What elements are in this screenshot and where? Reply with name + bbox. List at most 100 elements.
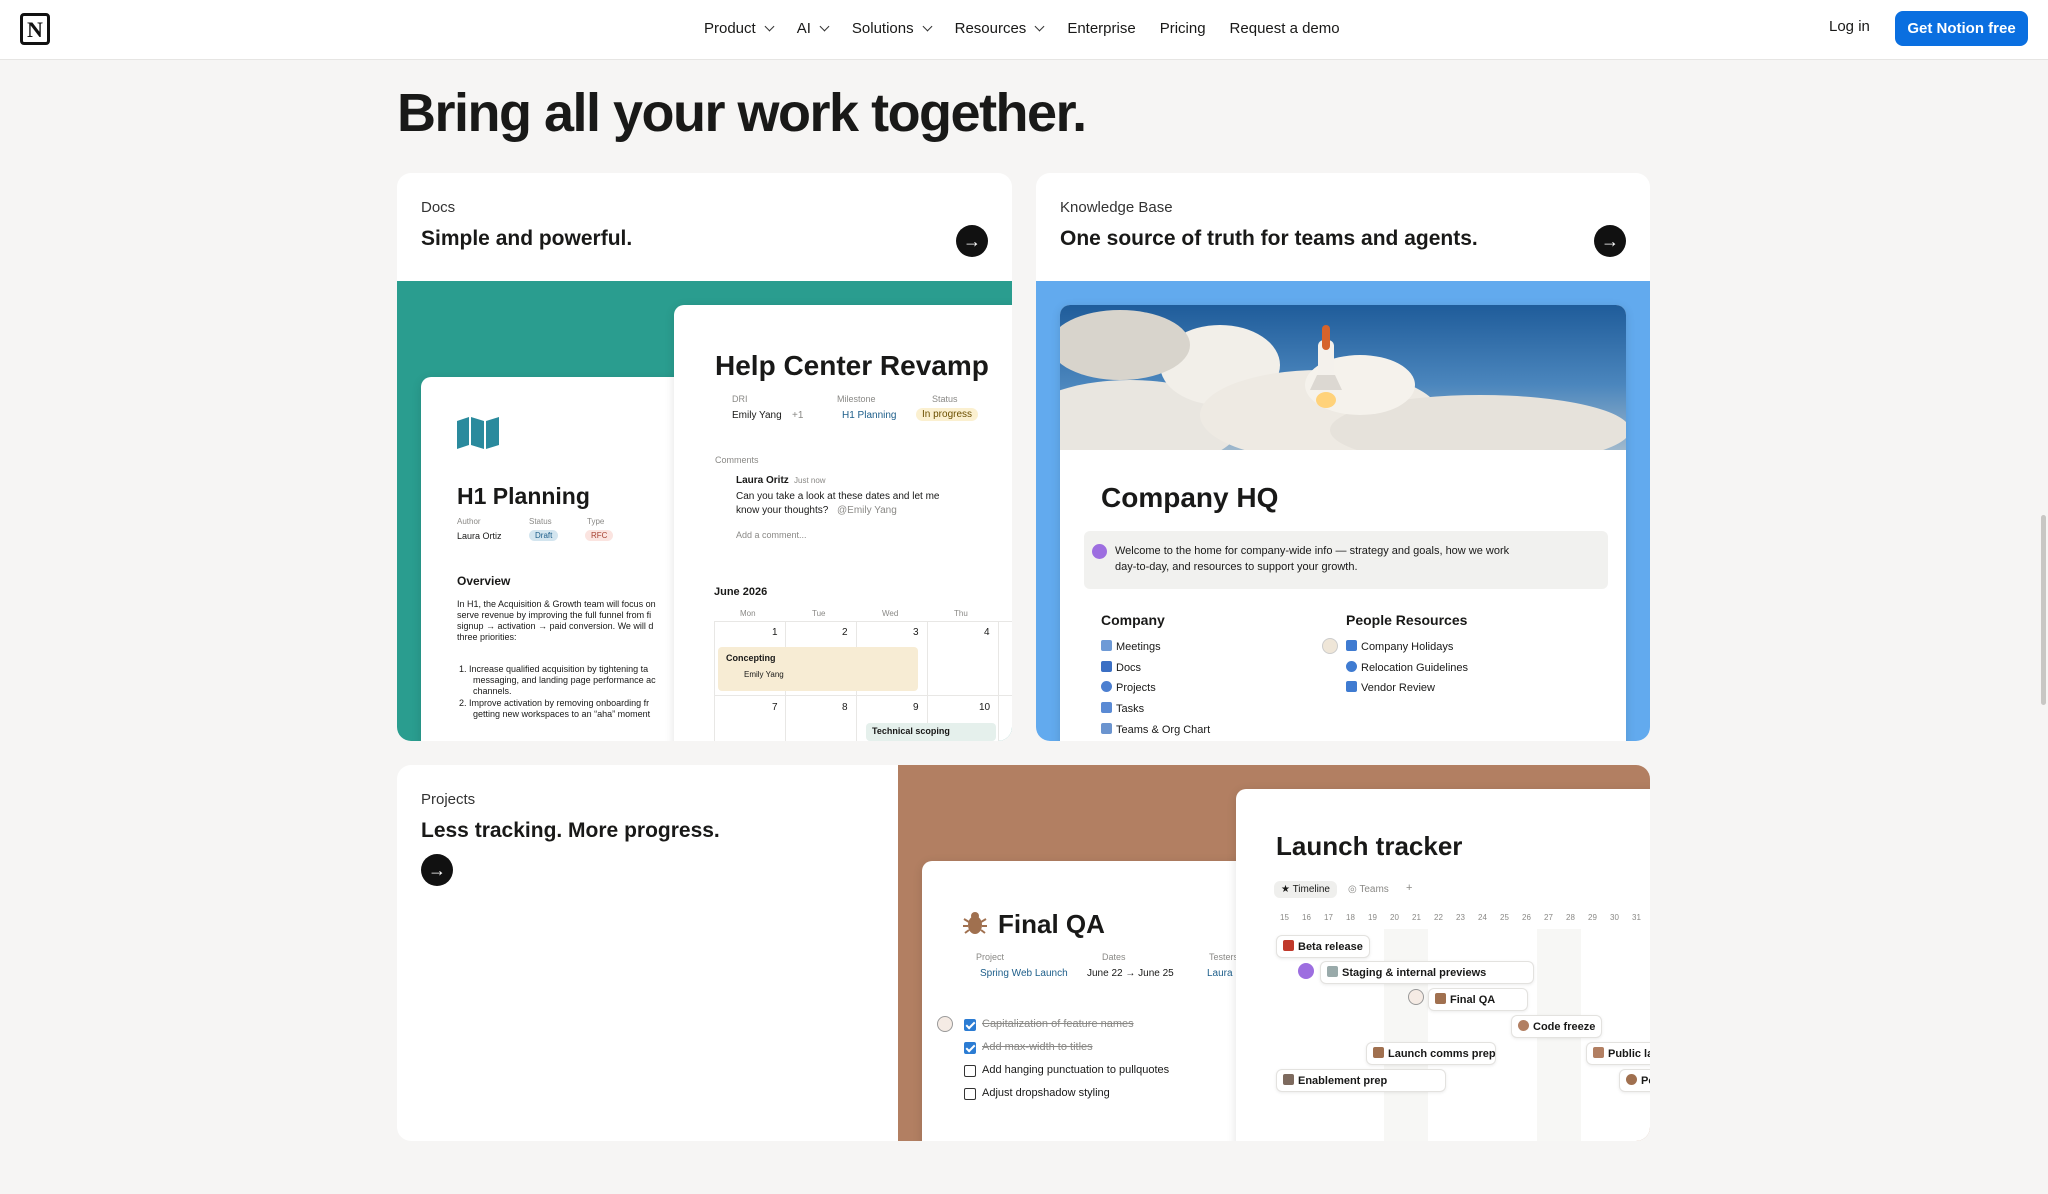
testers-label: Testers bbox=[1209, 952, 1239, 962]
day-header: Wed bbox=[882, 609, 899, 618]
calendar-grid bbox=[714, 621, 715, 741]
day-number: 9 bbox=[913, 702, 919, 713]
final-qa-page: Final QA Project Dates Testers Spring We… bbox=[922, 861, 1262, 1141]
company-hq-page: Company HQ Welcome to the home for compa… bbox=[1060, 305, 1626, 741]
calendar-grid bbox=[998, 621, 999, 741]
timeline-date: 25 bbox=[1500, 913, 1509, 922]
link-label: Docs bbox=[1116, 662, 1142, 674]
people-link-vendor[interactable]: Vendor Review bbox=[1346, 681, 1435, 694]
task-checkbox[interactable] bbox=[964, 1019, 976, 1031]
project-label: Project bbox=[976, 952, 1005, 962]
comment-author: Laura Oritz bbox=[736, 475, 789, 486]
arrow-right-icon[interactable]: → bbox=[956, 225, 988, 257]
nav-enterprise[interactable]: Enterprise bbox=[1067, 20, 1135, 37]
task-checkbox[interactable] bbox=[964, 1088, 976, 1100]
nav-request-demo[interactable]: Request a demo bbox=[1230, 20, 1340, 37]
day-number: 1 bbox=[772, 627, 778, 638]
bar-label: Staging & internal previews bbox=[1342, 967, 1487, 979]
card-title: Less tracking. More progress. bbox=[421, 819, 720, 842]
link-label: Meetings bbox=[1116, 641, 1161, 653]
day-number: 4 bbox=[984, 627, 990, 638]
tab-label: Timeline bbox=[1292, 884, 1330, 895]
body-line: three priorities: bbox=[457, 632, 517, 642]
link-label: Relocation Guidelines bbox=[1361, 662, 1469, 674]
bar-label: Enablement prep bbox=[1298, 1075, 1388, 1087]
list-line: 1. Increase qualified acquisition by tig… bbox=[459, 664, 649, 674]
people-link-holidays[interactable]: Company Holidays bbox=[1346, 640, 1453, 653]
notion-logo[interactable]: N bbox=[20, 13, 50, 45]
get-notion-free-button[interactable]: Get Notion free bbox=[1895, 11, 2028, 46]
dri-extra: +1 bbox=[792, 410, 804, 421]
arrow-right-icon[interactable]: → bbox=[1594, 225, 1626, 257]
company-link-docs[interactable]: Docs bbox=[1101, 661, 1141, 674]
scrollbar[interactable] bbox=[2041, 515, 2046, 705]
projects-card[interactable]: Projects Less tracking. More progress. →… bbox=[397, 765, 1650, 1141]
status-label: Status bbox=[932, 394, 958, 404]
timeline-date: 27 bbox=[1544, 913, 1553, 922]
link-label: Company Holidays bbox=[1361, 641, 1454, 653]
add-tab-button[interactable]: + bbox=[1406, 882, 1412, 894]
day-number: 3 bbox=[913, 627, 919, 638]
event-concepting[interactable]: Concepting Emily Yang bbox=[718, 647, 918, 691]
day-number: 8 bbox=[842, 702, 848, 713]
bar-staging[interactable]: Staging & internal previews bbox=[1320, 961, 1534, 984]
chevron-down-icon bbox=[922, 21, 933, 31]
page-headline: Bring all your work together. bbox=[397, 83, 1087, 143]
timeline-date: 16 bbox=[1302, 913, 1311, 922]
company-link-tasks[interactable]: Tasks bbox=[1101, 702, 1144, 715]
bar-beta-release[interactable]: Beta release bbox=[1276, 935, 1370, 958]
bar-code-freeze[interactable]: Code freeze bbox=[1511, 1015, 1603, 1038]
tab-teams[interactable]: ◎ Teams bbox=[1348, 884, 1389, 895]
event-person: Emily Yang bbox=[744, 670, 784, 679]
top-nav: N Product AI Solutions Resources Enterpr… bbox=[0, 0, 2048, 60]
author-label: Author bbox=[457, 517, 481, 526]
tab-timeline[interactable]: ★ Timeline bbox=[1274, 881, 1337, 898]
day-header: Mon bbox=[740, 609, 756, 618]
knowledge-base-card[interactable]: Knowledge Base One source of truth for t… bbox=[1036, 173, 1650, 741]
kb-preview: Company HQ Welcome to the home for compa… bbox=[1036, 281, 1650, 741]
author-value: Laura Ortiz bbox=[457, 531, 502, 541]
company-link-teams[interactable]: Teams & Org Chart bbox=[1101, 723, 1210, 736]
doc-title: Final QA bbox=[998, 909, 1105, 939]
org-chart-icon bbox=[1101, 723, 1112, 734]
project-value: Spring Web Launch bbox=[980, 968, 1068, 979]
event-technical-scoping[interactable]: Technical scoping bbox=[866, 723, 996, 741]
status-badge: In progress bbox=[916, 408, 979, 421]
nav-solutions[interactable]: Solutions bbox=[852, 20, 933, 37]
avatar bbox=[1298, 963, 1314, 979]
company-link-meetings[interactable]: Meetings bbox=[1101, 640, 1161, 653]
task-checkbox[interactable] bbox=[964, 1042, 976, 1054]
tasks-icon bbox=[1101, 702, 1112, 713]
nav-product[interactable]: Product bbox=[704, 20, 775, 37]
projects-preview: Final QA Project Dates Testers Spring We… bbox=[898, 765, 1650, 1141]
arrow-right-icon[interactable]: → bbox=[421, 854, 453, 886]
nav-resources[interactable]: Resources bbox=[955, 20, 1045, 37]
nav-ai[interactable]: AI bbox=[796, 19, 830, 37]
bar-final-qa[interactable]: Final QA bbox=[1428, 988, 1528, 1011]
comment-text: Can you take a look at these dates and l… bbox=[736, 491, 940, 502]
docs-card[interactable]: Docs Simple and powerful. → H1 Planning … bbox=[397, 173, 1012, 741]
nav-label: AI bbox=[796, 19, 811, 37]
login-link[interactable]: Log in bbox=[1829, 18, 1870, 35]
bar-enablement-prep[interactable]: Enablement prep bbox=[1276, 1069, 1446, 1092]
type-badge: RFC bbox=[585, 530, 614, 541]
comment-time: Just now bbox=[794, 476, 826, 485]
nav-pricing[interactable]: Pricing bbox=[1160, 20, 1206, 37]
timeline-date: 30 bbox=[1610, 913, 1619, 922]
bar-public-launch[interactable]: Public la bbox=[1586, 1042, 1650, 1065]
timeline-date: 19 bbox=[1368, 913, 1377, 922]
projects-icon bbox=[1101, 681, 1112, 692]
chevron-down-icon bbox=[764, 21, 775, 31]
people-link-relocation[interactable]: Relocation Guidelines bbox=[1346, 661, 1468, 674]
avatar bbox=[1322, 638, 1338, 654]
docs-icon bbox=[1101, 661, 1112, 672]
task-text: Adjust dropshadow styling bbox=[982, 1087, 1110, 1099]
task-checkbox[interactable] bbox=[964, 1065, 976, 1077]
bar-post[interactable]: Po bbox=[1619, 1069, 1650, 1092]
tab-label: Teams bbox=[1359, 884, 1389, 895]
add-comment-input[interactable]: Add a comment... bbox=[736, 530, 807, 540]
check-circle-icon bbox=[1626, 1074, 1637, 1085]
body-line: In H1, the Acquisition & Growth team wil… bbox=[457, 599, 656, 609]
bar-launch-comms[interactable]: Launch comms prep bbox=[1366, 1042, 1496, 1065]
company-link-projects[interactable]: Projects bbox=[1101, 681, 1156, 694]
